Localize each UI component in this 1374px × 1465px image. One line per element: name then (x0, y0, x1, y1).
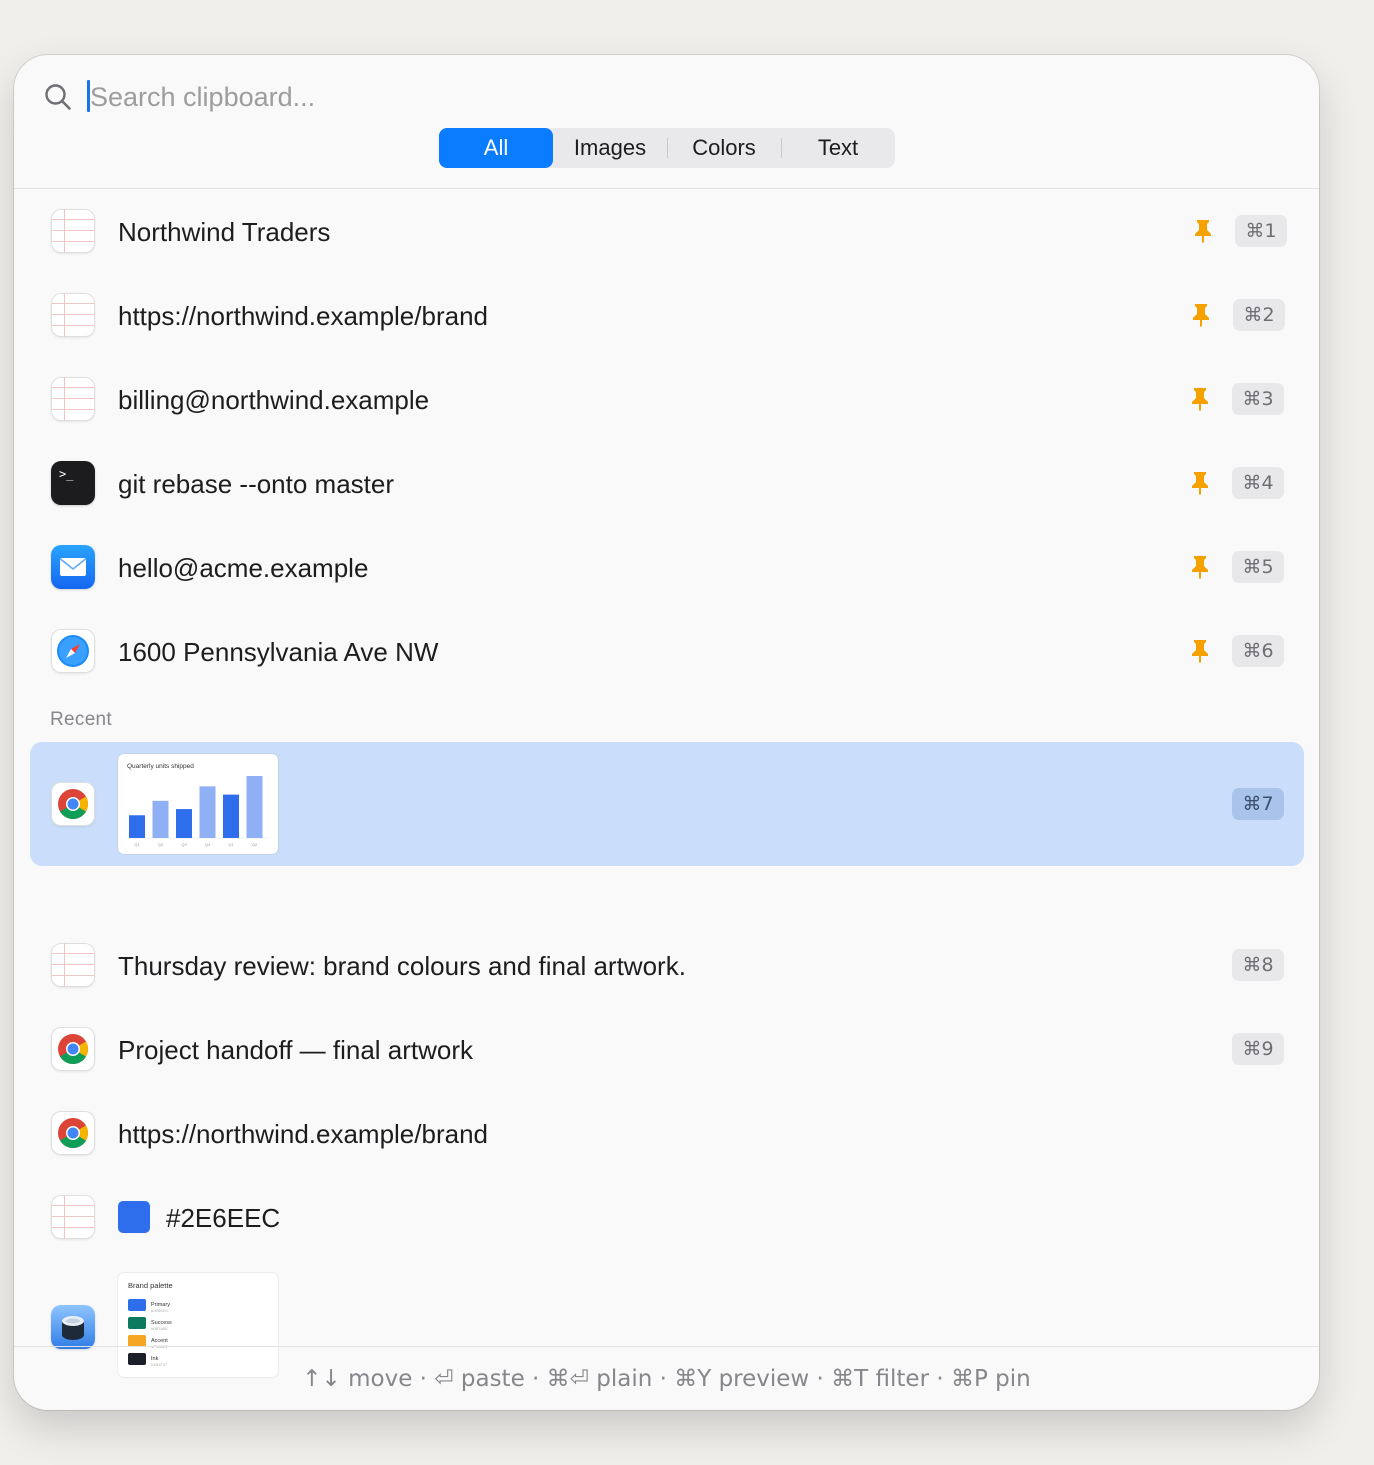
filter-segmented-control: All Images Colors Text (439, 128, 895, 168)
item-text: hello@acme.example (118, 553, 369, 583)
shortcut-badge: ⌘6 (1232, 635, 1284, 667)
list-item-recent-handoff[interactable]: Project handoff — final artwork ⌘9 (30, 1007, 1304, 1091)
shortcut-badge: ⌘8 (1232, 949, 1284, 981)
shortcut-badge: ⌘7 (1232, 788, 1284, 820)
list-item-recent-color[interactable]: #2E6EEC (30, 1175, 1304, 1259)
terminal-icon: >_ (51, 461, 95, 505)
item-text: git rebase --onto master (118, 469, 395, 499)
chart-thumbnail: Quarterly units shipped Q1 Q2 Q3 Q4 Q1 Q2 (118, 754, 278, 854)
list-item-pinned-4[interactable]: >_ git rebase --onto master ⌘4 (30, 441, 1304, 525)
list-item-pinned-3[interactable]: billing@northwind.example ⌘3 (30, 357, 1304, 441)
notes-icon (51, 1195, 95, 1239)
chart-title: Quarterly units shipped (127, 763, 194, 770)
list-item-pinned-2[interactable]: https://northwind.example/brand ⌘2 (30, 273, 1304, 357)
item-text: #2E6EEC (166, 1203, 281, 1233)
item-text: Northwind Traders (118, 217, 331, 247)
chart-tick-label: Q2 (252, 842, 258, 847)
chart-tick-label: Q4 (205, 842, 211, 847)
chart-bar (246, 776, 263, 838)
keyboard-hints-footer: ↑↓ move · ⏎ paste · ⌘⏎ plain · ⌘Y previe… (14, 1346, 1319, 1410)
item-text: billing@northwind.example (118, 385, 430, 415)
color-swatch (118, 1201, 150, 1233)
preview-icon (51, 1305, 95, 1349)
chart-bar (176, 809, 192, 838)
chart-tick-label: Q3 (181, 842, 187, 847)
pin-icon[interactable] (1189, 471, 1211, 495)
shortcut-badge: ⌘1 (1235, 215, 1287, 247)
filter-all[interactable]: All (439, 128, 553, 168)
item-text: Thursday review: brand colours and final… (118, 951, 686, 981)
chart-tick-label: Q1 (134, 842, 140, 847)
shortcut-badge: ⌘5 (1232, 551, 1284, 583)
shortcut-badge: ⌘4 (1232, 467, 1284, 499)
chrome-icon (51, 1027, 95, 1071)
item-text: Project handoff — final artwork (118, 1035, 474, 1065)
shortcut-badge: ⌘2 (1233, 299, 1285, 331)
notes-icon (51, 293, 95, 337)
palette-title: Brand palette (128, 1281, 173, 1290)
search-input[interactable] (90, 75, 790, 119)
mail-icon (51, 545, 95, 589)
notes-icon (51, 209, 95, 253)
chart-bar (223, 794, 239, 838)
filter-colors[interactable]: Colors (667, 128, 781, 168)
list-item-pinned-1[interactable]: Northwind Traders ⌘1 (30, 189, 1304, 273)
item-text: 1600 Pennsylvania Ave NW (118, 637, 439, 667)
pin-icon[interactable] (1192, 219, 1214, 243)
filter-images[interactable]: Images (553, 128, 667, 168)
chart-tick-label: Q2 (158, 842, 164, 847)
list-item-recent-url[interactable]: https://northwind.example/brand (30, 1091, 1304, 1175)
header: All Images Colors Text (14, 55, 1319, 189)
safari-icon (51, 629, 95, 673)
pin-icon[interactable] (1189, 387, 1211, 411)
chart-bar (199, 786, 216, 838)
list-item-recent-chart[interactable]: Quarterly units shipped Q1 Q2 Q3 Q4 Q1 Q2 ⌘7 (30, 742, 1304, 866)
list-item-recent-thursday[interactable]: Thursday review: brand colours and final… (30, 923, 1304, 1007)
clipboard-panel: All Images Colors Text Northwind Traders… (14, 55, 1319, 1410)
pin-icon[interactable] (1190, 303, 1212, 327)
shortcut-badge: ⌘9 (1232, 1033, 1284, 1065)
notes-icon (51, 943, 95, 987)
list-item-pinned-5[interactable]: hello@acme.example ⌘5 (30, 525, 1304, 609)
pin-icon[interactable] (1189, 555, 1211, 579)
filter-text[interactable]: Text (781, 128, 895, 168)
list-item-pinned-6[interactable]: 1600 Pennsylvania Ave NW ⌘6 (30, 609, 1304, 693)
bar-chart: Quarterly units shipped Q1 Q2 Q3 Q4 Q1 Q2 (126, 763, 270, 847)
search-icon (45, 84, 71, 110)
notes-icon (51, 377, 95, 421)
palette-swatch (128, 1299, 146, 1311)
chrome-icon (51, 782, 95, 826)
chart-bar (129, 815, 145, 838)
chrome-icon (51, 1111, 95, 1155)
chart-bar (152, 800, 169, 838)
keyboard-hints: ↑↓ move · ⏎ paste · ⌘⏎ plain · ⌘Y previe… (302, 1365, 1031, 1392)
item-text: https://northwind.example/brand (118, 301, 488, 331)
swatch-hex: #2E6EEC (151, 1308, 169, 1313)
item-text: https://northwind.example/brand (118, 1119, 488, 1149)
pin-icon[interactable] (1189, 639, 1211, 663)
section-label-recent: Recent (50, 709, 113, 730)
chart-tick-label: Q1 (228, 842, 234, 847)
palette-swatch (128, 1317, 146, 1329)
shortcut-badge: ⌘3 (1232, 383, 1284, 415)
swatch-hex: #0B7A5E (151, 1326, 168, 1331)
